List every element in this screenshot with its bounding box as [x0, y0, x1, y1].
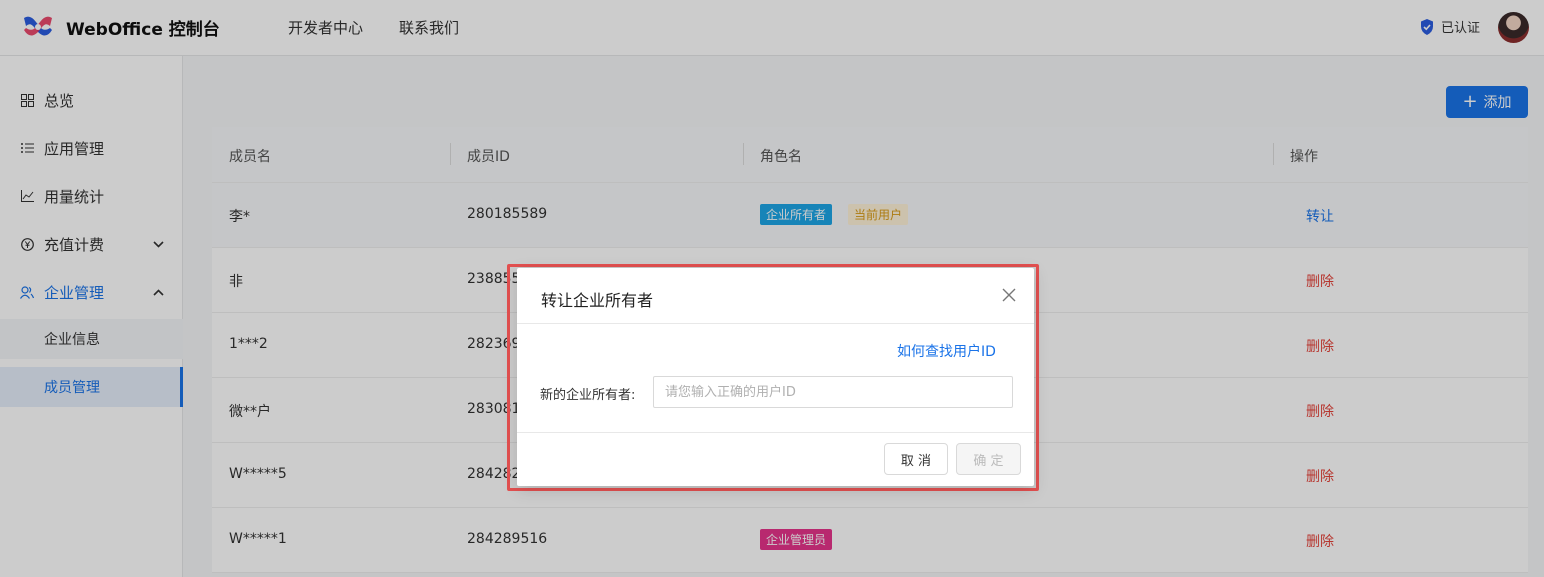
transfer-owner-dialog: 转让企业所有者 如何查找用户ID 新的企业所有者: 取 消 确 定: [517, 268, 1034, 486]
how-to-find-user-id-link[interactable]: 如何查找用户ID: [897, 341, 996, 361]
confirm-button[interactable]: 确 定: [956, 443, 1021, 475]
close-icon[interactable]: [1001, 287, 1017, 303]
new-owner-label: 新的企业所有者:: [540, 388, 636, 403]
dialog-title: 转让企业所有者: [541, 291, 654, 310]
new-owner-id-input[interactable]: [653, 376, 1013, 408]
dialog-divider: [517, 432, 1034, 433]
dialog-divider: [517, 323, 1034, 324]
cancel-button[interactable]: 取 消: [884, 443, 948, 475]
